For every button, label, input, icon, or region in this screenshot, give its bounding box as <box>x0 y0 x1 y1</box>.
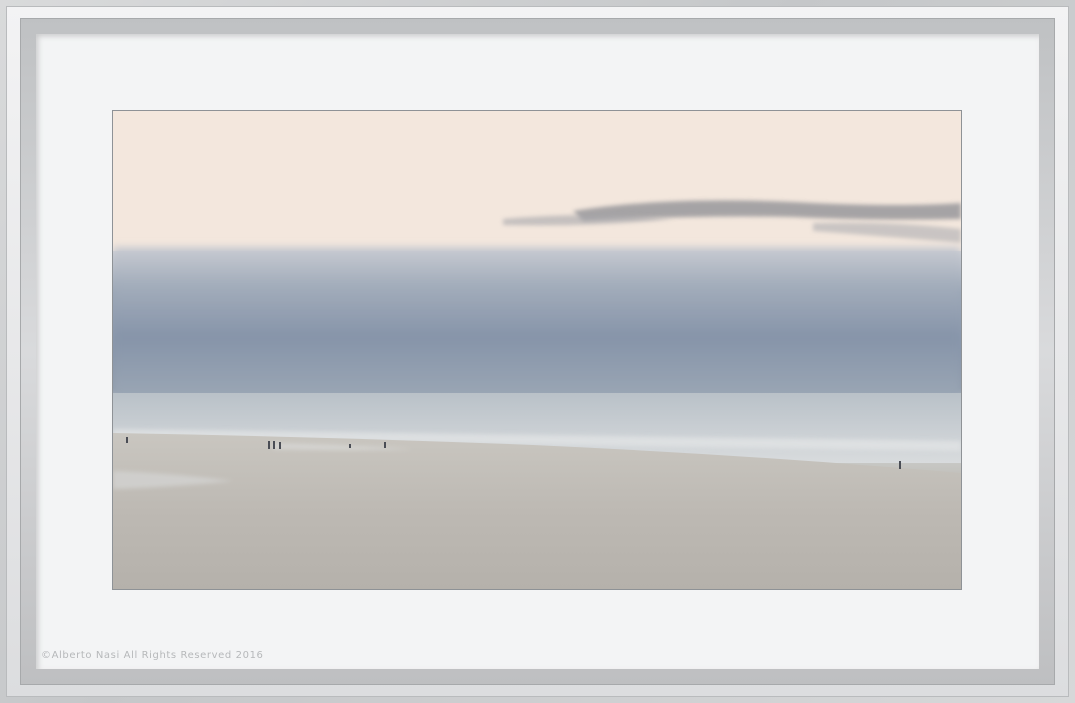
beach-photograph <box>113 111 961 589</box>
copyright-watermark: ©Alberto Nasi All Rights Reserved 2016 <box>41 650 264 661</box>
picture-frame: ©Alberto Nasi All Rights Reserved 2016 <box>0 0 1075 703</box>
photo-scene <box>113 111 961 589</box>
cloud-band <box>113 247 961 397</box>
